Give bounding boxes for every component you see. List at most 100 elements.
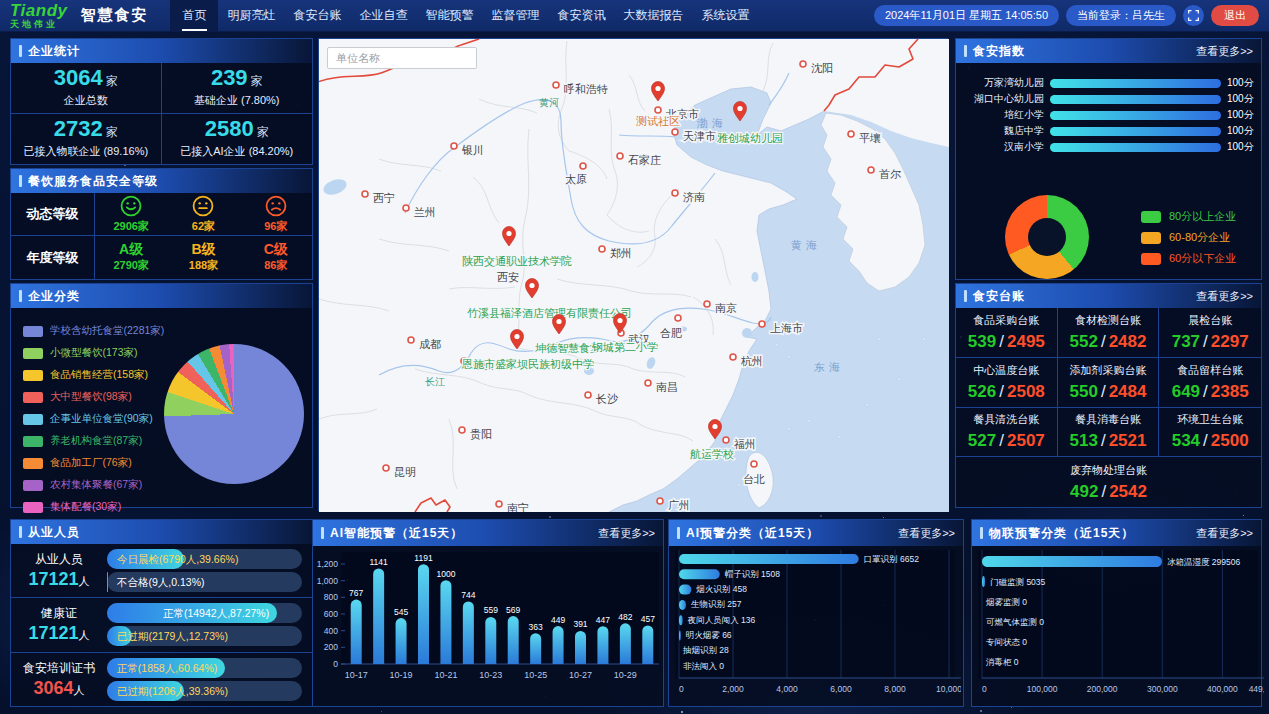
legend-item: 大中型餐饮(98家) bbox=[23, 386, 164, 408]
stat-unit: 家 bbox=[106, 74, 118, 88]
svg-text:363: 363 bbox=[529, 622, 543, 632]
dynamic-level-item: 96家 bbox=[240, 193, 312, 235]
legend-chip bbox=[23, 458, 43, 469]
school-name: 万家湾幼儿园 bbox=[956, 76, 1044, 90]
ledger-label: 食品留样台账 bbox=[1177, 363, 1243, 378]
svg-text:福州: 福州 bbox=[734, 438, 756, 450]
panel-safety-levels: 餐饮服务食品安全等级 动态等级2906家62家96家年度等级A级2790家B级1… bbox=[10, 168, 313, 280]
ledger-label: 中心温度台账 bbox=[973, 363, 1039, 378]
ledger-separator: / bbox=[1203, 382, 1208, 401]
level-count: 62家 bbox=[192, 219, 215, 234]
svg-text:太原: 太原 bbox=[565, 173, 587, 185]
row-label: 动态等级 bbox=[11, 193, 95, 235]
ai-warning-bar-chart: 02004006008001,0001,20076711415451191100… bbox=[313, 546, 663, 706]
annual-level-item: C级86家 bbox=[240, 236, 312, 279]
staff-row: 从业人员17121人今日晨检(6790人,39.66%)不合格(9人,0.13%… bbox=[11, 544, 312, 598]
ledger-cell: 中心温度台账526/2508 bbox=[956, 358, 1058, 408]
svg-text:10-25: 10-25 bbox=[524, 670, 547, 680]
staff-progress-bar: 已过期(2179人,12.73%) bbox=[107, 626, 302, 646]
ledger-label: 餐具清洗台账 bbox=[973, 412, 1039, 427]
donut-legend-item: 60分以下企业 bbox=[1141, 251, 1236, 266]
panel-title: 食安台账 bbox=[973, 288, 1025, 305]
food-index-row: 魏店中学100分 bbox=[956, 123, 1261, 139]
ledger-label: 废弃物处理台账 bbox=[1070, 463, 1147, 478]
ledger-cell: 餐具清洗台账527/2507 bbox=[956, 408, 1058, 458]
ledger-total-count: 2508 bbox=[1007, 382, 1045, 401]
view-more-link[interactable]: 查看更多>> bbox=[898, 526, 955, 541]
stat-value: 2732 bbox=[54, 116, 103, 141]
svg-text:东海: 东海 bbox=[814, 361, 844, 373]
stat-label: 已接入物联企业 (89.16%) bbox=[23, 144, 148, 159]
ledger-done-count: 539 bbox=[968, 332, 996, 351]
dynamic-level-item: 2906家 bbox=[95, 193, 167, 235]
svg-text:0: 0 bbox=[679, 684, 684, 694]
ledger-separator: / bbox=[1101, 482, 1106, 501]
progress-text: 已过期(1206人,39.36%) bbox=[117, 681, 228, 701]
panel-title: AI智能预警（近15天） bbox=[330, 525, 463, 542]
panel-title: 食安指数 bbox=[973, 43, 1025, 60]
ledger-separator: / bbox=[1101, 382, 1106, 401]
staff-progress-bar: 不合格(9人,0.13%) bbox=[107, 572, 302, 592]
svg-text:800: 800 bbox=[324, 592, 338, 602]
panel-title: 企业统计 bbox=[28, 43, 80, 60]
svg-text:明火烟雾 66: 明火烟雾 66 bbox=[686, 630, 732, 640]
svg-text:台北: 台北 bbox=[743, 473, 765, 485]
legend-chip bbox=[23, 326, 43, 337]
svg-text:兰州: 兰州 bbox=[414, 206, 436, 218]
legend-label: 食品销售经营(158家) bbox=[50, 368, 148, 382]
score-bar bbox=[1050, 111, 1221, 120]
nav-item-5[interactable]: 监督管理 bbox=[482, 0, 548, 31]
legend-chip bbox=[23, 414, 43, 425]
svg-text:生物识别 257: 生物识别 257 bbox=[691, 599, 742, 609]
svg-text:沈阳: 沈阳 bbox=[811, 62, 833, 74]
nav-item-4[interactable]: 智能预警 bbox=[416, 0, 482, 31]
svg-text:767: 767 bbox=[349, 588, 363, 598]
china-map[interactable]: 渤海黄海东海黄河长江呼和浩特北京市天津市石家庄太原济南银川西宁兰州郑州西安沈阳平… bbox=[318, 38, 948, 511]
tiandy-logo: Tiandy 天地伟业 bbox=[10, 2, 67, 29]
staff-row-label: 从业人员 bbox=[11, 551, 107, 568]
svg-text:1141: 1141 bbox=[370, 557, 389, 567]
logout-button[interactable]: 退出 bbox=[1211, 5, 1259, 26]
dynamic-level-item: 62家 bbox=[167, 193, 239, 235]
svg-text:呼和浩特: 呼和浩特 bbox=[564, 83, 608, 95]
header-accent bbox=[677, 527, 680, 539]
level-count: 86家 bbox=[264, 258, 287, 273]
svg-text:夜间人员闯入 136: 夜间人员闯入 136 bbox=[687, 615, 756, 625]
svg-text:447: 447 bbox=[596, 615, 610, 625]
panel-title: AI预警分类（近15天） bbox=[686, 525, 819, 542]
nav-item-8[interactable]: 系统设置 bbox=[692, 0, 758, 31]
legend-chip bbox=[23, 480, 43, 491]
ledger-cell: 环境卫生台账534/2500 bbox=[1159, 408, 1261, 458]
school-name: 湖口中心幼儿园 bbox=[956, 92, 1044, 106]
donut-legend-item: 80分以上企业 bbox=[1141, 209, 1236, 224]
nav-item-2[interactable]: 食安台账 bbox=[284, 0, 350, 31]
stat-cell: 239家基础企业 (7.80%) bbox=[162, 63, 313, 114]
nav-item-7[interactable]: 大数据报告 bbox=[614, 0, 692, 31]
svg-text:2,000: 2,000 bbox=[722, 684, 744, 694]
ledger-cell: 食品留样台账649/2385 bbox=[1159, 358, 1261, 408]
fullscreen-button[interactable] bbox=[1183, 5, 1204, 26]
school-name: 培红小学 bbox=[956, 108, 1044, 122]
svg-text:石家庄: 石家庄 bbox=[628, 154, 661, 166]
legend-item: 食品加工厂(76家) bbox=[23, 452, 164, 474]
view-more-link[interactable]: 查看更多>> bbox=[1196, 526, 1253, 541]
ledger-cell: 添加剂采购台账550/2484 bbox=[1058, 358, 1160, 408]
svg-text:449: 449 bbox=[551, 615, 565, 625]
legend-item: 农村集体聚餐(67家) bbox=[23, 474, 164, 496]
donut-legend-item: 60-80分企业 bbox=[1141, 230, 1230, 245]
view-more-link[interactable]: 查看更多>> bbox=[1196, 289, 1253, 304]
view-more-link[interactable]: 查看更多>> bbox=[598, 526, 655, 541]
panel-iot-category: 物联预警分类（近15天）查看更多>> 0100,000200,000300,00… bbox=[971, 519, 1262, 707]
header-accent bbox=[19, 290, 22, 302]
nav-item-3[interactable]: 企业自查 bbox=[350, 0, 416, 31]
score-bar bbox=[1050, 127, 1221, 136]
nav-item-6[interactable]: 食安资讯 bbox=[548, 0, 614, 31]
score-donut-chart bbox=[1005, 195, 1089, 279]
progress-fill bbox=[107, 572, 108, 592]
nav-item-0[interactable]: 首页 bbox=[170, 0, 218, 31]
view-more-link[interactable]: 查看更多>> bbox=[1196, 44, 1253, 59]
panel-ledger: 食安台账查看更多>> 食品采购台账539/2495食材检测台账552/2482晨… bbox=[955, 283, 1262, 508]
search-input[interactable] bbox=[327, 47, 477, 69]
svg-text:744: 744 bbox=[461, 590, 475, 600]
nav-item-1[interactable]: 明厨亮灶 bbox=[218, 0, 284, 31]
